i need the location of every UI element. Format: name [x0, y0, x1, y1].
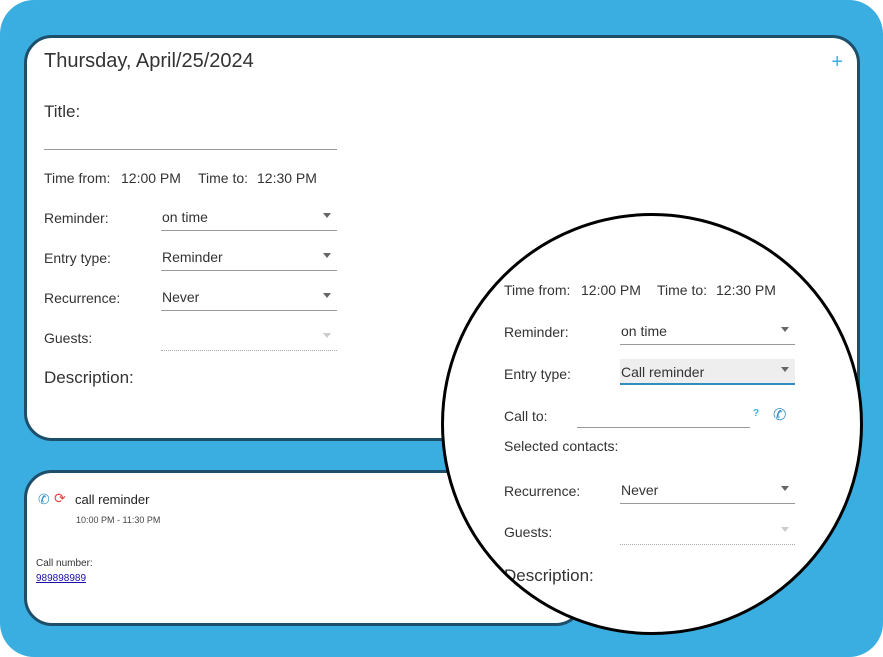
caret-down-icon	[781, 327, 789, 332]
zoom-time-from-value[interactable]: 12:00 PM	[581, 282, 641, 298]
caret-down-icon	[323, 253, 331, 258]
reminder-label: Reminder:	[44, 210, 109, 226]
event-time: 10:00 PM - 11:30 PM	[76, 515, 161, 525]
call-to-label: Call to:	[504, 408, 548, 424]
recurrence-value: Never	[162, 289, 200, 305]
caret-down-icon	[323, 213, 331, 218]
entry-type-value: Reminder	[162, 249, 223, 265]
caret-down-icon	[323, 293, 331, 298]
zoom-magnifier: Time from: 12:00 PM Time to: 12:30 PM Re…	[441, 213, 863, 635]
event-title[interactable]: call reminder	[75, 492, 149, 507]
repeat-icon: ⟳	[54, 490, 66, 506]
zoom-time-from-label: Time from:	[504, 282, 571, 298]
reminder-select[interactable]: on time	[161, 205, 337, 231]
recurrence-select[interactable]: Never	[161, 285, 337, 311]
selected-contacts-label: Selected contacts:	[504, 438, 619, 454]
zoom-recurrence-value: Never	[621, 482, 659, 498]
time-to-label: Time to:	[198, 170, 249, 186]
zoom-reminder-value: on time	[621, 323, 667, 339]
entry-type-select[interactable]: Reminder	[161, 245, 337, 271]
zoom-entry-type-select[interactable]: Call reminder	[620, 359, 795, 385]
zoom-recurrence-select[interactable]: Never	[620, 478, 795, 504]
guests-select[interactable]	[161, 325, 337, 351]
call-number-label: Call number:	[36, 558, 93, 569]
caret-down-icon	[323, 333, 331, 338]
plus-icon[interactable]: +	[831, 51, 843, 74]
call-to-input[interactable]	[577, 427, 750, 428]
description-label: Description:	[44, 368, 134, 387]
zoom-reminder-select[interactable]: on time	[620, 319, 795, 345]
phone-icon: ✆	[38, 491, 50, 507]
guests-label: Guests:	[44, 330, 93, 346]
entry-type-label: Entry type:	[44, 250, 111, 266]
caret-down-icon	[781, 367, 789, 372]
contact-phone-icon[interactable]: ✆	[773, 405, 786, 425]
zoom-guests-select[interactable]	[620, 519, 795, 545]
zoom-time-to-value[interactable]: 12:30 PM	[716, 282, 776, 298]
zoom-reminder-label: Reminder:	[504, 324, 569, 340]
reminder-value: on time	[162, 209, 208, 225]
caret-down-icon	[781, 527, 789, 532]
zoom-entry-type-value: Call reminder	[621, 364, 705, 380]
title-label: Title:	[44, 102, 81, 121]
zoom-guests-label: Guests:	[504, 524, 553, 540]
title-input[interactable]	[44, 149, 337, 150]
time-from-value[interactable]: 12:00 PM	[121, 170, 181, 186]
time-to-value[interactable]: 12:30 PM	[257, 170, 317, 186]
zoom-recurrence-label: Recurrence:	[504, 483, 581, 499]
time-from-label: Time from:	[44, 170, 111, 186]
recurrence-label: Recurrence:	[44, 290, 121, 306]
zoom-time-to-label: Time to:	[657, 282, 708, 298]
date-title: Thursday, April/25/2024	[44, 50, 254, 72]
caret-down-icon	[781, 486, 789, 491]
call-number-link[interactable]: 989898989	[36, 573, 86, 584]
zoom-description-label: Description:	[504, 566, 594, 585]
zoom-entry-type-label: Entry type:	[504, 366, 571, 382]
help-icon[interactable]: ?	[753, 408, 759, 419]
